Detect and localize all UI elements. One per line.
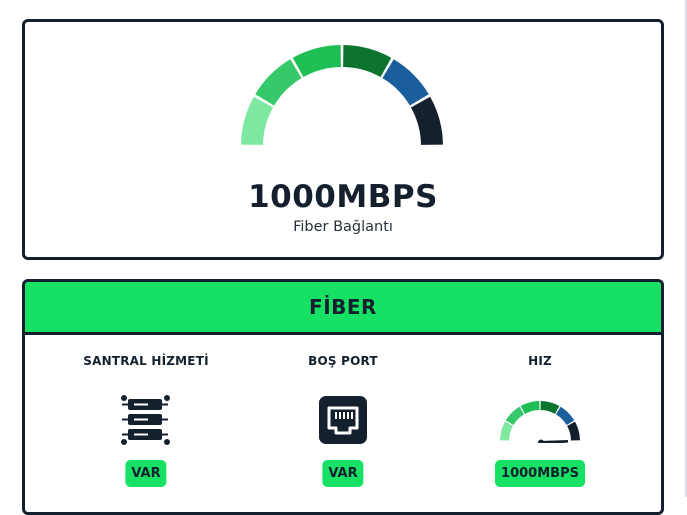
gauge-segment [540,401,560,414]
feature-label: BOŞ PORT [308,354,378,368]
feature-label: SANTRAL HİZMETİ [83,354,209,368]
plan-title: FİBER [25,282,661,335]
connection-type-label: Fiber Bağlantı [293,219,393,235]
gauge-segment [505,406,525,426]
gauge-segment [567,421,580,441]
feature-value-badge: 1000MBPS [495,460,585,487]
gauge-segment [241,96,274,145]
feature-value-badge: VAR [322,460,364,487]
gauge-segment [343,45,392,78]
speed-value: 1000MBPS [248,179,438,215]
gauge-segment [255,59,302,106]
gauge-segment [500,421,513,441]
feature-label: HIZ [528,354,552,368]
speedometer-icon [241,45,443,145]
speed-card: 1000MBPS Fiber Bağlantı [22,19,664,260]
gauge-segment [410,96,443,145]
plan-card: FİBER SANTRAL HİZMETİ VAR BOŞ PORT VAR H… [22,279,664,515]
server-rack-icon [121,395,170,445]
ethernet-port-icon [319,396,367,444]
gauge-segment [555,406,575,426]
gauge-segment [292,45,341,78]
feature-value-badge: VAR [125,460,167,487]
gauge-segment [520,401,540,414]
gauge-segment [382,59,429,106]
speedometer-icon [500,401,580,443]
